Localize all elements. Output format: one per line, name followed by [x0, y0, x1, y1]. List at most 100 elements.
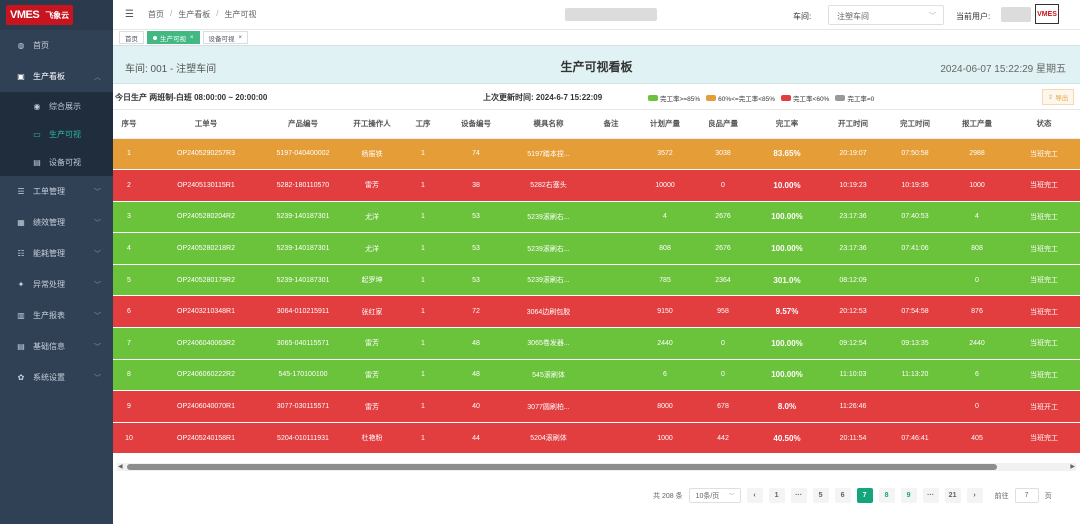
table-row[interactable]: 2 OP2405130115R1 5282-180110570 雷芳 1 38 5282右塞… — [113, 169, 1080, 202]
tag-label: 首页 — [125, 35, 138, 43]
legend-swatch — [835, 95, 846, 101]
breadcrumb-item-board[interactable]: 生产看板 — [178, 9, 210, 20]
sidebar-item-6[interactable]: ▥ 生产报表 ﹀ — [0, 300, 113, 331]
page-button[interactable]: 9 — [900, 488, 917, 503]
sidebar-item-label: 生产报表 — [33, 311, 65, 320]
tag-2[interactable]: 设备可视 × — [202, 31, 249, 44]
table-row[interactable]: 5 OP2405280179R2 5239-140187301 起罗坤 1 53 5239滚… — [113, 264, 1080, 297]
close-icon[interactable]: × — [190, 35, 194, 41]
goto-page-input[interactable]: 7 — [1014, 488, 1039, 503]
table-cell: 2988 — [946, 138, 1008, 171]
sidebar-item-3[interactable]: ▦ 绩效管理 ﹀ — [0, 207, 113, 238]
table-cell: 0 — [694, 169, 752, 202]
page-label: 8 — [884, 492, 889, 499]
sidebar-item-5[interactable]: ✦ 异常处理 ﹀ — [0, 269, 113, 300]
page-ellipsis[interactable]: ··· — [790, 488, 807, 503]
page-buttons: 1 ··· 5 6 7 8 9 ··· 21 — [768, 488, 961, 503]
horizontal-scrollbar[interactable]: ◀ ▶ — [117, 463, 1076, 471]
table-cell: 808 — [946, 232, 1008, 265]
table-cell — [884, 390, 946, 423]
column-header: 工单号 — [145, 110, 267, 139]
sidebar-item-2[interactable]: ☰ 工单管理 ﹀ — [0, 176, 113, 207]
table-cell: 1000 — [946, 169, 1008, 202]
page-ellipsis[interactable]: ··· — [922, 488, 939, 503]
table-row[interactable]: 8 OP2406060222R2 545-170100100 雷芳 1 48 545滚刷体 6… — [113, 359, 1080, 392]
chevron-down-icon: ﹀ — [94, 312, 101, 320]
page-button[interactable]: 5 — [812, 488, 829, 503]
alert-icon: ✦ — [17, 280, 25, 289]
table-row[interactable]: 6 OP2403210348R1 3064-010215911 张红家 1 72 3064边… — [113, 295, 1080, 329]
table-row[interactable]: 1 OP2405290257R3 5197-040400002 杨振铁 1 74 5197踏… — [113, 138, 1080, 171]
table-row[interactable]: 3 OP2405280204R2 5239-140187301 尤洋 1 53 5239滚刷… — [113, 201, 1080, 234]
chevron-down-icon: ﹀ — [94, 250, 101, 258]
next-page-button[interactable]: › — [966, 488, 983, 503]
table-cell — [586, 232, 636, 265]
avatar[interactable]: VMES — [1035, 4, 1059, 24]
table-cell: 48 — [441, 359, 511, 392]
sidebar-item-7[interactable]: ▤ 基础信息 ﹀ — [0, 331, 113, 362]
order-icon: ☰ — [17, 187, 25, 196]
table-cell: 2 — [113, 169, 145, 202]
table-cell: 9150 — [636, 295, 694, 329]
table-cell — [586, 327, 636, 360]
table-cell: 5282-180110570 — [267, 169, 339, 202]
chevron-down-icon: ﹀ — [728, 494, 735, 500]
sidebar-item-label: 绩效管理 — [33, 218, 65, 227]
breadcrumb-item-home[interactable]: 首页 — [148, 9, 164, 20]
sidebar-item-label: 首页 — [33, 41, 49, 50]
chevron-down-icon: ﹀ — [929, 13, 936, 20]
sidebar-item-8[interactable]: ✿ 系统设置 ﹀ — [0, 362, 113, 393]
export-icon: ⇪ — [1047, 94, 1054, 101]
hamburger-icon[interactable]: ☰ — [125, 9, 134, 20]
table-cell: 07:41:06 — [884, 232, 946, 265]
table-cell — [586, 169, 636, 202]
sidebar-subitem-2[interactable]: ▤ 设备可视 — [0, 148, 113, 176]
page-size-select[interactable]: 10条/页 ﹀ — [688, 488, 741, 503]
scrollbar-thumb[interactable] — [127, 464, 997, 470]
table-cell: 1 — [405, 390, 441, 423]
sidebar-item-4[interactable]: ☷ 能耗管理 ﹀ — [0, 238, 113, 269]
workshop-label: 车间: — [793, 12, 812, 21]
table-cell: 3065卷发器... — [511, 327, 586, 360]
table-row[interactable]: 4 OP2405280218R2 5239-140187301 尤洋 1 53 5239滚刷… — [113, 232, 1080, 265]
brand-logo[interactable]: VMES 飞象云 — [6, 5, 74, 25]
sidebar-subitem-1[interactable]: ▭ 生产可视 — [0, 120, 113, 148]
table-cell: 当班完工 — [1008, 169, 1080, 202]
page-button[interactable]: 7 — [856, 488, 873, 503]
sidebar-subitem-label: 设备可视 — [49, 157, 81, 167]
page-button[interactable]: 6 — [834, 488, 851, 503]
table-cell: 2676 — [694, 232, 752, 265]
table-row[interactable]: 10 OP2405240158R1 5204-010111931 杜艳粉 1 44 5204… — [113, 422, 1080, 455]
table-cell: 当班完工 — [1008, 295, 1080, 329]
export-button[interactable]: ⇪ 导出 — [1042, 89, 1074, 105]
table-cell: 尤洋 — [339, 201, 405, 234]
chevron-down-icon: ﹀ — [94, 219, 101, 227]
table-cell — [586, 264, 636, 297]
table-cell: OP2405240158R1 — [145, 422, 267, 455]
table-cell: 当班完工 — [1008, 138, 1080, 171]
tag-1[interactable]: 生产可视 × — [147, 31, 200, 44]
workshop-select[interactable]: 注塑车间 ﹀ — [828, 5, 944, 25]
page-button[interactable]: 8 — [878, 488, 895, 503]
page-button[interactable]: 1 — [768, 488, 785, 503]
column-header: 状态 — [1008, 110, 1080, 139]
table-cell: 09:13:35 — [884, 327, 946, 360]
table-cell: 5282右塞头 — [511, 169, 586, 202]
scroll-right-icon[interactable]: ▶ — [1070, 463, 1075, 470]
table-row[interactable]: 7 OP2406040063R2 3065-040115571 雷芳 1 48 3065卷发… — [113, 327, 1080, 360]
prev-page-button[interactable]: ‹ — [746, 488, 763, 503]
scroll-left-icon[interactable]: ◀ — [118, 463, 123, 470]
sidebar-submenu: ◉ 综合展示 ▭ 生产可视 ▤ 设备可视 — [0, 92, 113, 176]
legend-label: 完工率>=85% — [660, 96, 701, 103]
table-cell: 72 — [441, 295, 511, 329]
sidebar-item-0[interactable]: ◍ 首页 — [0, 30, 113, 61]
page-button[interactable]: 21 — [944, 488, 961, 503]
table-cell: 杨振铁 — [339, 138, 405, 171]
table-row[interactable]: 9 OP2406040070R1 3077-030115571 雷芳 1 40 3077圆刷… — [113, 390, 1080, 423]
tag-0[interactable]: 首页 — [119, 31, 144, 44]
sidebar-subitem-0[interactable]: ◉ 综合展示 — [0, 92, 113, 120]
column-header: 开工时间 — [822, 110, 884, 139]
sidebar-item-1[interactable]: ▣ 生产看板 ︿ — [0, 61, 113, 92]
close-icon[interactable]: × — [239, 35, 243, 41]
table-cell: 5239-140187301 — [267, 201, 339, 234]
